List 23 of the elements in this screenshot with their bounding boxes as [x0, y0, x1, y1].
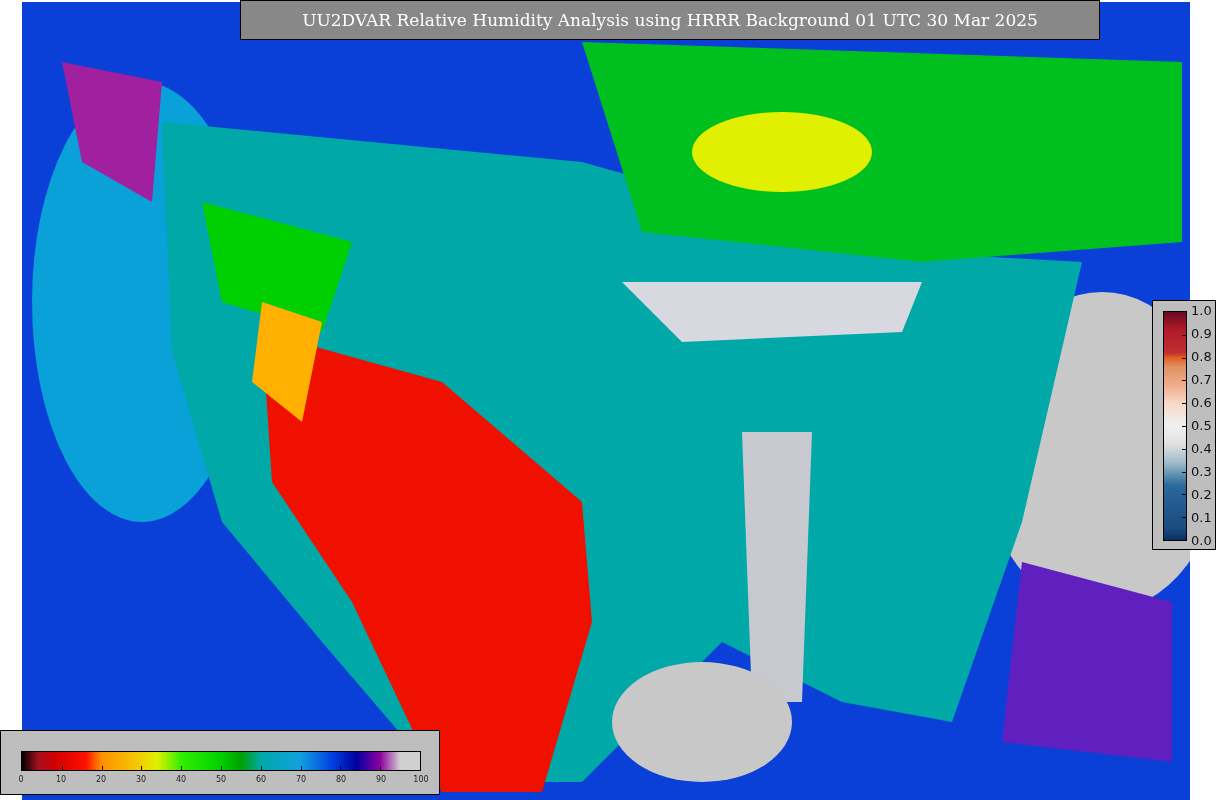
tick-label: 40: [174, 775, 188, 784]
map-title: UU2DVAR Relative Humidity Analysis using HRRR Background 01 UTC 30 Mar 2025: [240, 0, 1100, 40]
tick-label: 20: [94, 775, 108, 784]
tick-label: 70: [294, 775, 308, 784]
tick-label: 0.3: [1191, 464, 1212, 480]
tick-label: 0.7: [1191, 372, 1212, 388]
tick-label: 0.8: [1191, 349, 1212, 365]
tick-label: 0: [17, 775, 25, 784]
tick-label: 0.2: [1191, 487, 1212, 503]
tick-label: 0.6: [1191, 395, 1212, 411]
tick-label: 0.9: [1191, 326, 1212, 342]
tick-label: 100: [412, 775, 430, 784]
tick-label: 0.0: [1191, 533, 1212, 549]
tick-label: 30: [134, 775, 148, 784]
tick-label: 60: [254, 775, 268, 784]
tick-label: 1.0: [1191, 303, 1212, 319]
tick-label: 90: [374, 775, 388, 784]
tick-label: 0.1: [1191, 510, 1212, 526]
tick-label: 10: [54, 775, 68, 784]
tick-label: 0.4: [1191, 441, 1212, 457]
tick-label: 50: [214, 775, 228, 784]
tick-label: 0.5: [1191, 418, 1212, 434]
tick-label: 80: [334, 775, 348, 784]
